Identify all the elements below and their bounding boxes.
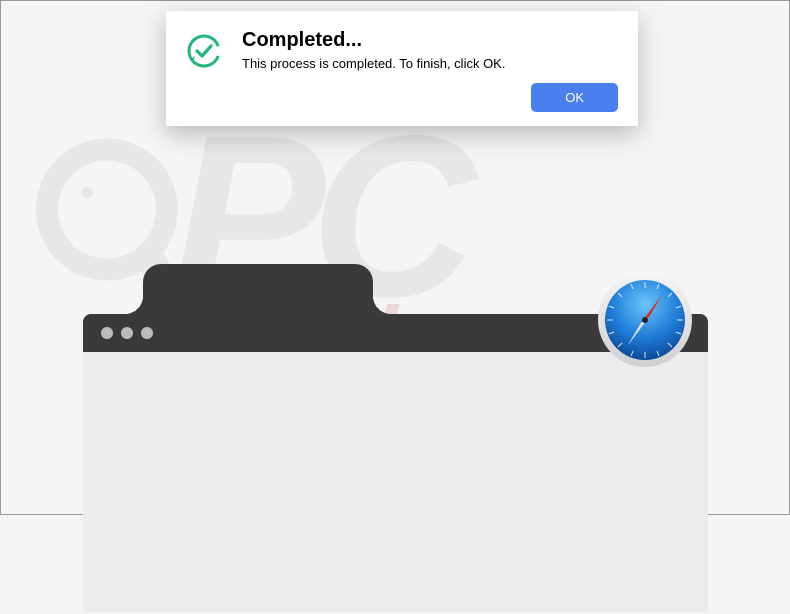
traffic-light-close-icon [101, 327, 113, 339]
ok-button[interactable]: OK [531, 83, 618, 112]
browser-body [83, 352, 708, 612]
check-circle-icon [186, 33, 222, 69]
traffic-light-maximize-icon [141, 327, 153, 339]
browser-tab [143, 264, 373, 314]
dialog-text-area: Completed... This process is completed. … [242, 29, 618, 71]
dialog-actions: OK [186, 83, 618, 112]
completed-dialog: Completed... This process is completed. … [166, 11, 638, 126]
dialog-message: This process is completed. To finish, cl… [242, 56, 618, 71]
dialog-title: Completed... [242, 29, 618, 52]
safari-icon [596, 271, 694, 369]
traffic-light-minimize-icon [121, 327, 133, 339]
dialog-content: Completed... This process is completed. … [186, 29, 618, 71]
